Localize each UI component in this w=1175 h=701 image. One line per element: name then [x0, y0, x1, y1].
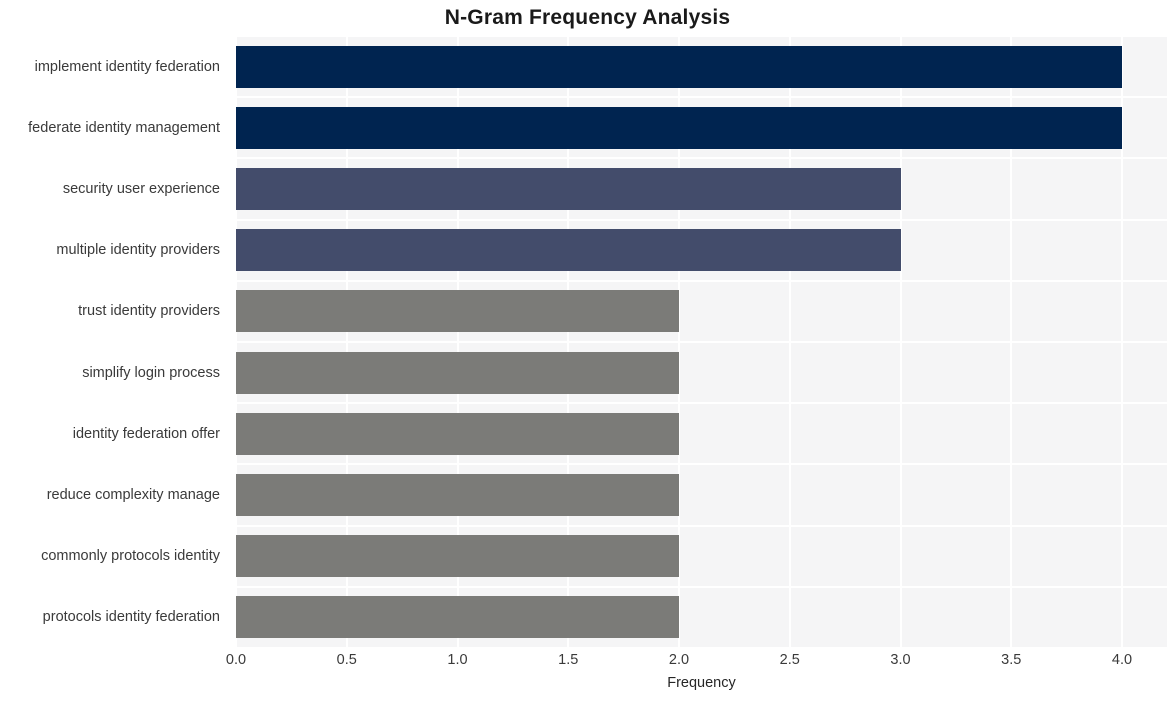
bar — [236, 168, 901, 210]
chart-figure: N-Gram Frequency Analysis implement iden… — [0, 0, 1175, 701]
bar — [236, 474, 679, 516]
gridline-horizontal — [236, 647, 1167, 648]
x-axis-tick-label: 0.5 — [336, 652, 357, 668]
x-axis-tick-labels: 0.0 0.5 1.0 1.5 2.0 2.5 3.0 3.5 4.0 — [0, 652, 1175, 674]
bar — [236, 106, 1122, 149]
y-axis-tick-label: implement identity federation — [34, 58, 220, 75]
gridline-horizontal — [236, 463, 1167, 466]
gridline-horizontal — [236, 341, 1167, 343]
bar — [236, 290, 679, 333]
bar — [236, 535, 679, 578]
y-axis-tick-label: protocols identity federation — [42, 609, 220, 626]
x-axis-tick-label: 1.0 — [447, 652, 468, 668]
bar — [236, 596, 679, 639]
x-axis-tick-label: 4.0 — [1111, 652, 1133, 668]
gridline-horizontal — [236, 279, 1167, 282]
plot-area — [236, 36, 1167, 648]
y-axis-tick-label: security user experience — [62, 181, 220, 197]
x-axis-tick-label: 3.0 — [890, 652, 911, 668]
x-axis-tick-label: 1.5 — [558, 652, 579, 668]
y-axis-tick-label: identity federation offer — [72, 425, 220, 442]
y-axis-tick-label: multiple identity providers — [56, 242, 220, 259]
bar — [236, 45, 1122, 88]
gridline-horizontal — [236, 585, 1167, 588]
bar — [236, 412, 679, 455]
page-title: N-Gram Frequency Analysis — [444, 6, 731, 29]
gridline-horizontal — [236, 36, 1167, 37]
y-axis-tick-label: commonly protocols identity — [41, 548, 220, 565]
bar — [236, 351, 679, 394]
x-axis-tick-label: 3.5 — [1001, 652, 1022, 668]
gridline-horizontal — [236, 157, 1167, 160]
gridline-horizontal — [236, 524, 1167, 527]
y-axis-tick-label: reduce complexity manage — [46, 487, 220, 503]
bar — [236, 229, 901, 272]
gridline-horizontal — [236, 218, 1167, 221]
gridline-horizontal — [236, 402, 1167, 405]
y-axis-tick-label: simplify login process — [82, 364, 220, 381]
x-axis-tick-label: 0.0 — [225, 652, 247, 668]
x-axis-tick-label: 2.5 — [779, 652, 800, 668]
y-axis-tick-label: federate identity management — [28, 119, 220, 136]
y-axis-tick-labels: implement identity federation federate id… — [0, 36, 228, 648]
y-axis-tick-label: trust identity providers — [78, 303, 220, 320]
x-axis-tick-label: 2.0 — [668, 652, 690, 668]
x-axis-title: Frequency — [667, 675, 736, 691]
gridline-horizontal — [236, 96, 1167, 99]
